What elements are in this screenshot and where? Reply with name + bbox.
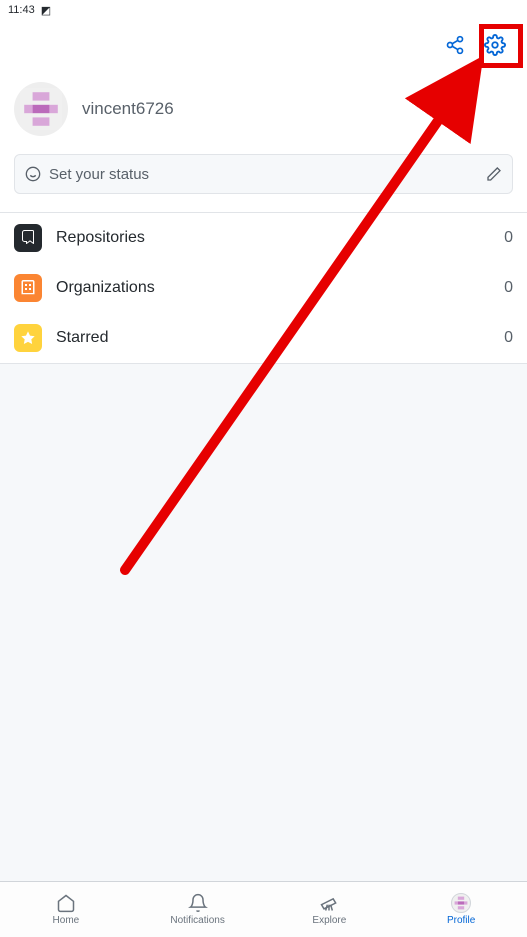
empty-area: [0, 364, 527, 881]
menu-row-repositories[interactable]: Repositories 0: [0, 213, 527, 263]
avatar-icon: [451, 893, 471, 913]
menu-row-starred[interactable]: Starred 0: [0, 313, 527, 363]
tab-notifications[interactable]: Notifications: [132, 882, 264, 937]
share-icon: [445, 35, 465, 55]
tab-explore[interactable]: Explore: [264, 882, 396, 937]
settings-button[interactable]: [475, 25, 515, 65]
star-icon: [14, 324, 42, 352]
tab-home[interactable]: Home: [0, 882, 132, 937]
menu-row-organizations[interactable]: Organizations 0: [0, 263, 527, 313]
statusbar-time: 11:43: [8, 4, 35, 16]
menu-label: Repositories: [56, 229, 490, 247]
menu-label: Organizations: [56, 279, 490, 297]
share-button[interactable]: [435, 25, 475, 65]
menu-count: 0: [504, 329, 513, 347]
profile-header: vincent6726: [0, 70, 527, 154]
telescope-icon: [319, 893, 339, 913]
gear-icon: [484, 34, 506, 56]
tab-profile[interactable]: Profile: [395, 882, 527, 937]
statusbar-icon: ◩: [41, 4, 51, 17]
smiley-icon: [25, 166, 41, 182]
menu-label: Starred: [56, 329, 490, 347]
menu-count: 0: [504, 229, 513, 247]
tab-label: Home: [53, 915, 80, 926]
menu-count: 0: [504, 279, 513, 297]
bottom-tabbar: Home Notifications Explore Profile: [0, 881, 527, 937]
username-label: vincent6726: [82, 99, 174, 119]
content-area: Repositories 0 Organizations 0 Starred 0: [0, 212, 527, 881]
pencil-icon: [486, 166, 502, 182]
avatar[interactable]: [14, 82, 68, 136]
tab-label: Notifications: [170, 915, 224, 926]
organization-icon: [14, 274, 42, 302]
set-status-button[interactable]: Set your status: [14, 154, 513, 194]
repo-icon: [14, 224, 42, 252]
tab-label: Explore: [312, 915, 346, 926]
status-placeholder: Set your status: [49, 166, 149, 183]
device-statusbar: 11:43 ◩: [0, 0, 527, 20]
bell-icon: [188, 893, 208, 913]
profile-menu: Repositories 0 Organizations 0 Starred 0: [0, 213, 527, 363]
tab-label: Profile: [447, 915, 475, 926]
top-toolbar: [0, 20, 527, 70]
home-icon: [56, 893, 76, 913]
